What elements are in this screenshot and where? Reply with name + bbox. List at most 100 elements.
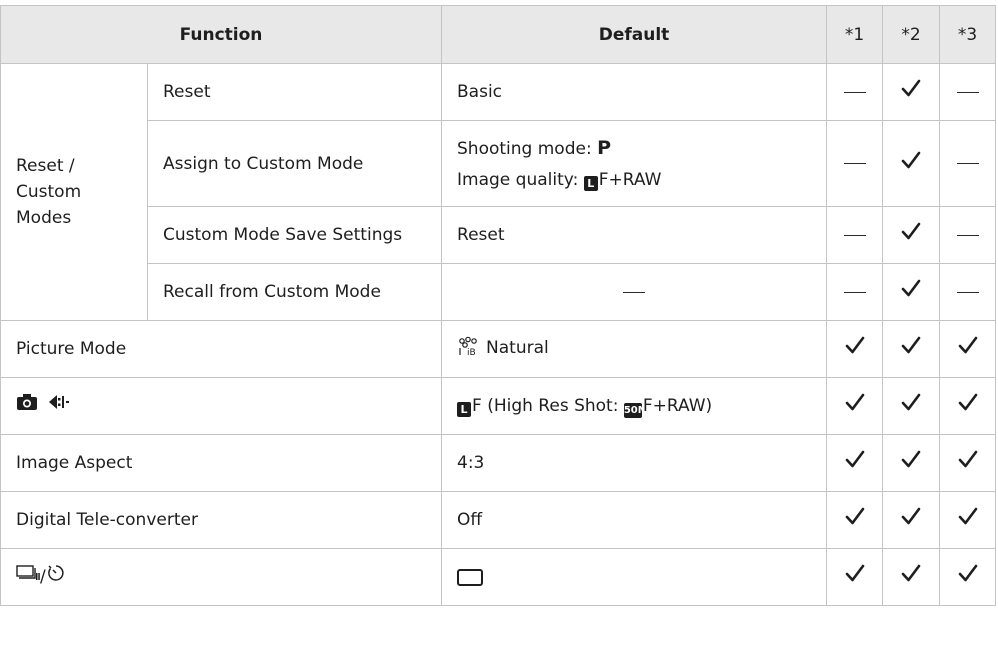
check-icon (958, 450, 978, 476)
mark-col-3 (939, 63, 997, 121)
check-icon (845, 450, 865, 476)
default-line-shooting-mode: Shooting mode: P (457, 135, 826, 162)
mark-col-1 (826, 434, 884, 492)
dash-icon (956, 291, 979, 293)
mark-col-3 (939, 377, 997, 435)
header-row: Function Default *1 *2 *3 (0, 5, 997, 64)
check-icon (958, 336, 978, 362)
check-icon (958, 507, 978, 533)
default-cell: Shooting mode: P Image quality: L F+RAW (441, 120, 828, 207)
mark-col-1 (826, 377, 884, 435)
sequential-shooting-icon (16, 564, 40, 590)
check-icon (845, 336, 865, 362)
mark-col-2 (882, 206, 941, 264)
table-row: Reset / Custom Modes Reset Basic (0, 63, 997, 321)
mark-col-1 (826, 120, 884, 207)
check-icon (901, 336, 921, 362)
settings-table: Function Default *1 *2 *3 Reset / Custom… (0, 5, 997, 606)
dash-icon (843, 91, 866, 93)
function-cell: Digital Tele-converter (0, 491, 443, 549)
svg-text:iB: iB (467, 348, 476, 356)
default-text: F (High Res Shot: (472, 396, 624, 416)
sub-function-cell: Assign to Custom Mode (146, 120, 443, 207)
dash-icon (956, 234, 979, 236)
header-col-1: *1 (826, 5, 884, 64)
mark-col-3 (939, 548, 997, 606)
mark-col-1 (826, 320, 884, 378)
sub-function-cell: Recall from Custom Mode (146, 263, 443, 321)
check-icon (901, 564, 921, 590)
check-icon (901, 79, 921, 105)
header-col-2: *2 (882, 5, 941, 64)
single-frame-icon (457, 568, 484, 586)
mark-col-2 (882, 120, 941, 207)
mark-col-2 (882, 377, 941, 435)
mark-col-2 (882, 320, 941, 378)
check-icon (958, 393, 978, 419)
check-icon (845, 507, 865, 533)
header-col-3: *3 (939, 5, 997, 64)
table-row: Digital Tele-converter Off (0, 491, 997, 549)
default-cell: Reset (441, 206, 828, 264)
check-icon (845, 393, 865, 419)
check-icon (901, 151, 921, 177)
mark-col-2 (882, 63, 941, 121)
dash-icon (956, 91, 979, 93)
check-icon (901, 450, 921, 476)
picture-mode-natural-icon: iB (457, 336, 479, 364)
mark-col-3 (939, 120, 997, 207)
function-cell: Image Aspect (0, 434, 443, 492)
quality-large-icon: L (583, 175, 598, 191)
mark-col-2 (882, 434, 941, 492)
check-icon (901, 222, 921, 248)
dash-icon (843, 234, 866, 236)
check-icon (958, 564, 978, 590)
table-row: Assign to Custom Mode Shooting mode: P I… (1, 120, 997, 207)
header-default: Default (441, 5, 828, 64)
default-cell: Basic (441, 63, 828, 121)
mark-col-3 (939, 263, 997, 321)
table-row: LF (High Res Shot: 50MF+RAW) (0, 377, 997, 435)
mode-p-label: P (597, 136, 612, 159)
mark-col-1 (826, 263, 884, 321)
self-timer-icon (46, 563, 66, 591)
check-icon (901, 393, 921, 419)
check-icon (901, 507, 921, 533)
header-function: Function (0, 5, 443, 64)
default-text: Image quality: (457, 169, 584, 190)
default-cell: iB Natural (441, 320, 828, 378)
table-row: Custom Mode Save Settings Reset (1, 206, 997, 264)
sub-function-cell: Custom Mode Save Settings (146, 206, 443, 264)
quality-large-icon: L (457, 402, 472, 417)
default-cell (441, 548, 828, 606)
mark-col-1 (826, 63, 884, 121)
table-row: Recall from Custom Mode (1, 263, 997, 321)
table-row: Image Aspect 4:3 (0, 434, 997, 492)
table-row: / (0, 548, 997, 606)
default-cell: 4:3 (441, 434, 828, 492)
default-text: F+RAW) (642, 396, 713, 416)
default-text: F+RAW (598, 169, 662, 190)
mark-col-1 (826, 206, 884, 264)
mark-col-2 (882, 491, 941, 549)
mark-col-3 (939, 320, 997, 378)
function-cell: / (0, 548, 443, 606)
table-row: Picture Mode iB Natural (0, 320, 997, 378)
dash-icon (956, 163, 979, 164)
mark-col-3 (939, 434, 997, 492)
default-text: Natural (486, 337, 549, 358)
function-cell (0, 377, 443, 435)
default-cell: LF (High Res Shot: 50MF+RAW) (441, 377, 828, 435)
dash-icon (843, 163, 866, 164)
dash-icon (843, 291, 866, 293)
mark-col-1 (826, 491, 884, 549)
mark-col-2 (882, 548, 941, 606)
page: Function Default *1 *2 *3 Reset / Custom… (0, 0, 998, 671)
default-text: Shooting mode: (457, 138, 598, 159)
function-cell: Picture Mode (0, 320, 443, 378)
default-line-image-quality: Image quality: L F+RAW (457, 167, 826, 193)
image-quality-icon (48, 393, 70, 419)
dash-icon (623, 291, 646, 293)
mark-col-2 (882, 263, 941, 321)
mark-col-3 (939, 206, 997, 264)
